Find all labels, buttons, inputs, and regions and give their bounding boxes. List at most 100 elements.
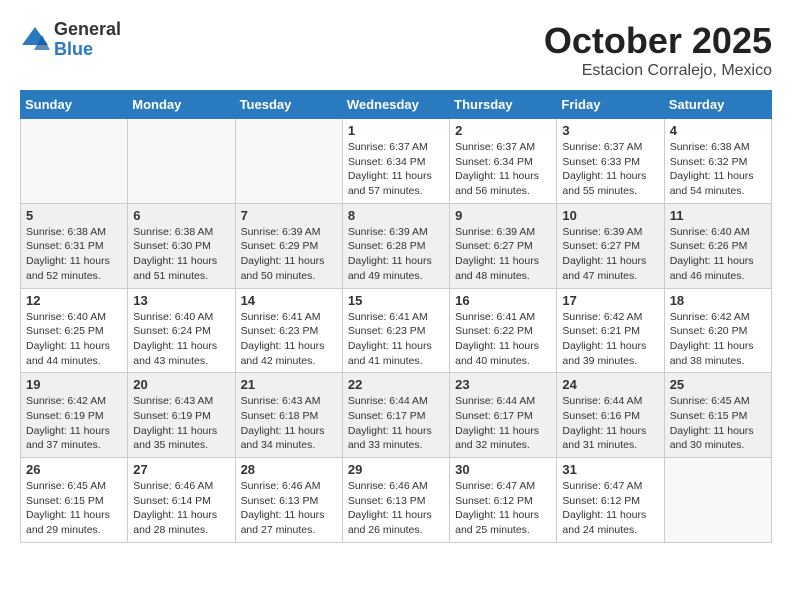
day-info: Sunrise: 6:45 AM Sunset: 6:15 PM Dayligh… [670, 394, 766, 453]
day-info: Sunrise: 6:43 AM Sunset: 6:18 PM Dayligh… [241, 394, 337, 453]
day-info: Sunrise: 6:40 AM Sunset: 6:25 PM Dayligh… [26, 310, 122, 369]
day-info: Sunrise: 6:46 AM Sunset: 6:13 PM Dayligh… [348, 479, 444, 538]
day-number: 4 [670, 123, 766, 138]
calendar-cell: 3Sunrise: 6:37 AM Sunset: 6:33 PM Daylig… [557, 119, 664, 204]
calendar-cell: 19Sunrise: 6:42 AM Sunset: 6:19 PM Dayli… [21, 373, 128, 458]
day-number: 24 [562, 377, 658, 392]
day-number: 17 [562, 293, 658, 308]
page-header: General Blue October 2025 Estacion Corra… [20, 20, 772, 80]
title-block: October 2025 Estacion Corralejo, Mexico [544, 20, 772, 80]
day-info: Sunrise: 6:46 AM Sunset: 6:13 PM Dayligh… [241, 479, 337, 538]
day-number: 25 [670, 377, 766, 392]
calendar-cell: 22Sunrise: 6:44 AM Sunset: 6:17 PM Dayli… [342, 373, 449, 458]
calendar-cell: 20Sunrise: 6:43 AM Sunset: 6:19 PM Dayli… [128, 373, 235, 458]
calendar-cell: 12 Sunrise: 6:40 AM Sunset: 6:25 PM Dayli… [21, 288, 128, 373]
calendar-cell: 14Sunrise: 6:41 AM Sunset: 6:23 PM Dayli… [235, 288, 342, 373]
calendar-cell: 7 Sunrise: 6:39 AM Sunset: 6:29 PM Daylig… [235, 203, 342, 288]
day-number: 13 [133, 293, 229, 308]
day-info: Sunrise: 6:47 AM Sunset: 6:12 PM Dayligh… [562, 479, 658, 538]
calendar-header-row: SundayMondayTuesdayWednesdayThursdayFrid… [21, 91, 772, 119]
day-number: 30 [455, 462, 551, 477]
calendar-cell [664, 458, 771, 543]
day-number: 10 [562, 208, 658, 223]
day-info: Sunrise: 6:41 AM Sunset: 6:22 PM Dayligh… [455, 310, 551, 369]
day-number: 28 [241, 462, 337, 477]
header-thursday: Thursday [450, 91, 557, 119]
day-info: Sunrise: 6:38 AM Sunset: 6:32 PM Dayligh… [670, 140, 766, 199]
header-tuesday: Tuesday [235, 91, 342, 119]
calendar-cell: 25 Sunrise: 6:45 AM Sunset: 6:15 PM Dayli… [664, 373, 771, 458]
day-info: Sunrise: 6:45 AM Sunset: 6:15 PM Dayligh… [26, 479, 122, 538]
day-number: 8 [348, 208, 444, 223]
day-info: Sunrise: 6:41 AM Sunset: 6:23 PM Dayligh… [348, 310, 444, 369]
calendar-cell: 17 Sunrise: 6:42 AM Sunset: 6:21 PM Dayli… [557, 288, 664, 373]
day-number: 14 [241, 293, 337, 308]
calendar-cell: 15 Sunrise: 6:41 AM Sunset: 6:23 PM Dayli… [342, 288, 449, 373]
day-info: Sunrise: 6:46 AM Sunset: 6:14 PM Dayligh… [133, 479, 229, 538]
day-info: Sunrise: 6:37 AM Sunset: 6:34 PM Dayligh… [455, 140, 551, 199]
day-info: Sunrise: 6:39 AM Sunset: 6:29 PM Dayligh… [241, 225, 337, 284]
logo: General Blue [20, 20, 121, 60]
day-info: Sunrise: 6:47 AM Sunset: 6:12 PM Dayligh… [455, 479, 551, 538]
day-info: Sunrise: 6:42 AM Sunset: 6:20 PM Dayligh… [670, 310, 766, 369]
day-info: Sunrise: 6:38 AM Sunset: 6:31 PM Dayligh… [26, 225, 122, 284]
calendar-cell: 31 Sunrise: 6:47 AM Sunset: 6:12 PM Dayli… [557, 458, 664, 543]
calendar-cell [128, 119, 235, 204]
day-info: Sunrise: 6:39 AM Sunset: 6:27 PM Dayligh… [562, 225, 658, 284]
calendar-cell [21, 119, 128, 204]
day-info: Sunrise: 6:40 AM Sunset: 6:24 PM Dayligh… [133, 310, 229, 369]
day-number: 18 [670, 293, 766, 308]
day-number: 31 [562, 462, 658, 477]
calendar-cell: 16 Sunrise: 6:41 AM Sunset: 6:22 PM Dayli… [450, 288, 557, 373]
day-number: 23 [455, 377, 551, 392]
day-info: Sunrise: 6:44 AM Sunset: 6:16 PM Dayligh… [562, 394, 658, 453]
day-number: 22 [348, 377, 444, 392]
day-number: 1 [348, 123, 444, 138]
day-number: 12 [26, 293, 122, 308]
month-title: October 2025 [544, 20, 772, 62]
calendar-week-row: 19Sunrise: 6:42 AM Sunset: 6:19 PM Dayli… [21, 373, 772, 458]
calendar-cell: 8 Sunrise: 6:39 AM Sunset: 6:28 PM Daylig… [342, 203, 449, 288]
logo-general: General [54, 20, 121, 40]
day-info: Sunrise: 6:42 AM Sunset: 6:21 PM Dayligh… [562, 310, 658, 369]
calendar-cell [235, 119, 342, 204]
day-number: 16 [455, 293, 551, 308]
day-number: 5 [26, 208, 122, 223]
calendar-cell: 10 Sunrise: 6:39 AM Sunset: 6:27 PM Dayli… [557, 203, 664, 288]
header-monday: Monday [128, 91, 235, 119]
day-info: Sunrise: 6:39 AM Sunset: 6:28 PM Dayligh… [348, 225, 444, 284]
calendar-cell: 2 Sunrise: 6:37 AM Sunset: 6:34 PM Daylig… [450, 119, 557, 204]
calendar-cell: 18 Sunrise: 6:42 AM Sunset: 6:20 PM Dayli… [664, 288, 771, 373]
calendar-week-row: 26 Sunrise: 6:45 AM Sunset: 6:15 PM Dayli… [21, 458, 772, 543]
calendar-cell: 30 Sunrise: 6:47 AM Sunset: 6:12 PM Dayli… [450, 458, 557, 543]
day-info: Sunrise: 6:44 AM Sunset: 6:17 PM Dayligh… [455, 394, 551, 453]
calendar-week-row: 12 Sunrise: 6:40 AM Sunset: 6:25 PM Dayli… [21, 288, 772, 373]
day-info: Sunrise: 6:37 AM Sunset: 6:34 PM Dayligh… [348, 140, 444, 199]
calendar-cell: 13 Sunrise: 6:40 AM Sunset: 6:24 PM Dayli… [128, 288, 235, 373]
day-number: 26 [26, 462, 122, 477]
calendar-cell: 21 Sunrise: 6:43 AM Sunset: 6:18 PM Dayli… [235, 373, 342, 458]
calendar-cell: 26 Sunrise: 6:45 AM Sunset: 6:15 PM Dayli… [21, 458, 128, 543]
calendar-cell: 6Sunrise: 6:38 AM Sunset: 6:30 PM Daylig… [128, 203, 235, 288]
calendar-cell: 9Sunrise: 6:39 AM Sunset: 6:27 PM Daylig… [450, 203, 557, 288]
day-number: 21 [241, 377, 337, 392]
header-sunday: Sunday [21, 91, 128, 119]
day-number: 9 [455, 208, 551, 223]
day-number: 7 [241, 208, 337, 223]
day-number: 2 [455, 123, 551, 138]
calendar-cell: 24 Sunrise: 6:44 AM Sunset: 6:16 PM Dayli… [557, 373, 664, 458]
day-info: Sunrise: 6:37 AM Sunset: 6:33 PM Dayligh… [562, 140, 658, 199]
day-number: 11 [670, 208, 766, 223]
calendar-cell: 1 Sunrise: 6:37 AM Sunset: 6:34 PM Daylig… [342, 119, 449, 204]
header-friday: Friday [557, 91, 664, 119]
day-number: 15 [348, 293, 444, 308]
day-number: 20 [133, 377, 229, 392]
day-number: 27 [133, 462, 229, 477]
calendar-cell: 27 Sunrise: 6:46 AM Sunset: 6:14 PM Dayli… [128, 458, 235, 543]
calendar-week-row: 1 Sunrise: 6:37 AM Sunset: 6:34 PM Daylig… [21, 119, 772, 204]
calendar-cell: 29Sunrise: 6:46 AM Sunset: 6:13 PM Dayli… [342, 458, 449, 543]
calendar-cell: 11Sunrise: 6:40 AM Sunset: 6:26 PM Dayli… [664, 203, 771, 288]
day-info: Sunrise: 6:38 AM Sunset: 6:30 PM Dayligh… [133, 225, 229, 284]
day-number: 19 [26, 377, 122, 392]
header-saturday: Saturday [664, 91, 771, 119]
